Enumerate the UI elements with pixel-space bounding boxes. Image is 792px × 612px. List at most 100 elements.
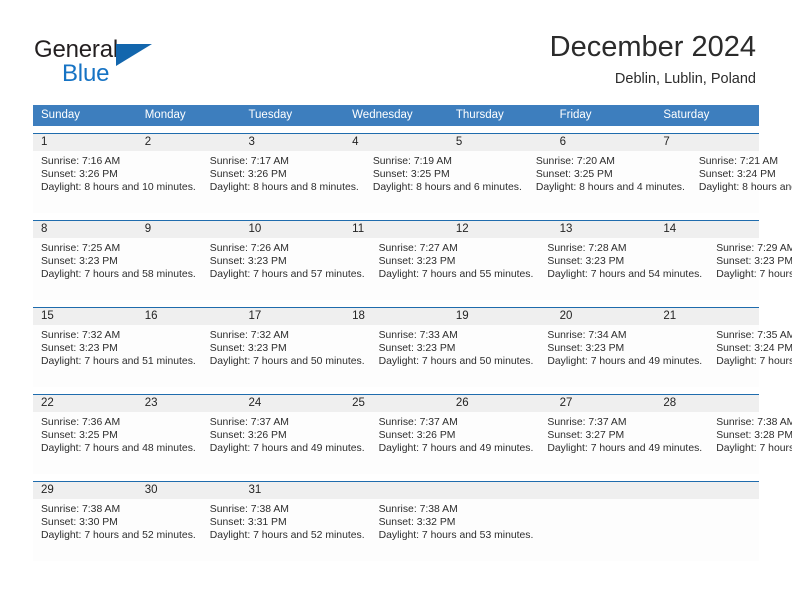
day-cell[interactable]: Sunrise: 7:20 AM Sunset: 3:25 PM Dayligh…: [528, 151, 691, 213]
weekday-header-saturday: Saturday: [663, 109, 710, 121]
sunrise-text: Sunrise: 7:33 AM: [378, 330, 458, 341]
day-number-empty: [448, 482, 552, 499]
sunset-text: Sunset: 3:23 PM: [547, 343, 625, 355]
day-number: 1: [41, 136, 48, 148]
day-cell[interactable]: Sunrise: 7:29 AM Sunset: 3:23 PM Dayligh…: [708, 238, 792, 300]
day-cell[interactable]: Sunrise: 7:26 AM Sunset: 3:23 PM Dayligh…: [202, 238, 371, 300]
day-cell[interactable]: Sunrise: 7:35 AM Sunset: 3:24 PM Dayligh…: [708, 325, 792, 387]
daylight-text: Daylight: 7 hours and 52 minutes.: [41, 530, 196, 542]
sunset-text: Sunset: 3:23 PM: [547, 256, 625, 268]
calendar-page: General Blue December 2024 Deblin, Lubli…: [0, 0, 792, 612]
day-number: 19: [455, 310, 469, 322]
day-cell[interactable]: Sunrise: 7:28 AM Sunset: 3:23 PM Dayligh…: [539, 238, 708, 300]
sunrise-text: Sunrise: 7:27 AM: [378, 243, 458, 254]
logo-triangle-icon: [116, 44, 152, 66]
weekday-header-monday: Monday: [144, 109, 186, 121]
sunrise-text: Sunrise: 7:17 AM: [209, 156, 289, 167]
day-cell[interactable]: Sunrise: 7:34 AM Sunset: 3:23 PM Dayligh…: [539, 325, 708, 387]
week-detail-row: Sunrise: 7:38 AM Sunset: 3:30 PM Dayligh…: [33, 499, 759, 561]
daylight-text: Daylight: 7 hours and 50 minutes.: [716, 443, 792, 455]
daylight-text: Daylight: 7 hours and 49 minutes.: [716, 356, 792, 368]
weekday-header-wednesday: Wednesday: [352, 109, 413, 121]
day-number: 25: [352, 397, 365, 409]
sunrise-text: Sunrise: 7:20 AM: [535, 156, 615, 167]
day-cell[interactable]: Sunrise: 7:25 AM Sunset: 3:23 PM Dayligh…: [33, 238, 202, 300]
day-number: 11: [352, 223, 365, 235]
sunset-text: Sunset: 3:23 PM: [209, 343, 287, 355]
sunset-text: Sunset: 3:23 PM: [41, 343, 118, 355]
day-cell[interactable]: Sunrise: 7:33 AM Sunset: 3:23 PM Dayligh…: [371, 325, 540, 387]
day-number: 17: [248, 310, 262, 322]
day-number: 3: [248, 136, 255, 148]
day-number: 30: [144, 484, 158, 496]
weekday-header-row: Sunday Monday Tuesday Wednesday Thursday…: [33, 105, 759, 126]
day-cell[interactable]: Sunrise: 7:21 AM Sunset: 3:24 PM Dayligh…: [691, 151, 792, 213]
day-number: 16: [144, 310, 158, 322]
day-number: 6: [559, 136, 566, 148]
sunrise-text: Sunrise: 7:37 AM: [378, 417, 458, 428]
day-cell-empty: [649, 499, 704, 561]
day-number: 22: [41, 397, 54, 409]
generalblue-logo[interactable]: General Blue: [34, 36, 224, 92]
sunset-text: Sunset: 3:27 PM: [547, 430, 625, 442]
daylight-text: Daylight: 8 hours and 10 minutes.: [41, 182, 196, 194]
day-cell[interactable]: Sunrise: 7:37 AM Sunset: 3:26 PM Dayligh…: [202, 412, 371, 474]
day-cell[interactable]: Sunrise: 7:32 AM Sunset: 3:23 PM Dayligh…: [202, 325, 371, 387]
sunset-text: Sunset: 3:24 PM: [716, 343, 792, 355]
daylight-text: Daylight: 7 hours and 49 minutes.: [547, 356, 703, 368]
day-cell[interactable]: Sunrise: 7:38 AM Sunset: 3:31 PM Dayligh…: [202, 499, 371, 561]
day-cell[interactable]: Sunrise: 7:36 AM Sunset: 3:25 PM Dayligh…: [33, 412, 202, 474]
sunset-text: Sunset: 3:23 PM: [716, 256, 792, 268]
week-daynumber-band: 29 30 31: [33, 482, 759, 499]
sunrise-text: Sunrise: 7:37 AM: [547, 417, 627, 428]
day-number-empty: [344, 482, 448, 499]
daylight-text: Daylight: 7 hours and 52 minutes.: [209, 530, 365, 542]
calendar-week-row: 22 23 24 25 26 27 28 Sunrise: 7:36 AM Su…: [33, 394, 792, 474]
sunset-text: Sunset: 3:30 PM: [41, 517, 118, 529]
sunset-text: Sunset: 3:26 PM: [209, 169, 287, 181]
day-number: 18: [352, 310, 365, 322]
sunrise-text: Sunrise: 7:16 AM: [41, 156, 121, 167]
day-cell[interactable]: Sunrise: 7:17 AM Sunset: 3:26 PM Dayligh…: [202, 151, 365, 213]
day-cell[interactable]: Sunrise: 7:38 AM Sunset: 3:32 PM Dayligh…: [371, 499, 540, 561]
day-cell[interactable]: Sunrise: 7:38 AM Sunset: 3:28 PM Dayligh…: [708, 412, 792, 474]
sunrise-text: Sunrise: 7:29 AM: [716, 243, 792, 254]
daylight-text: Daylight: 7 hours and 54 minutes.: [547, 269, 703, 281]
week-detail-row: Sunrise: 7:16 AM Sunset: 3:26 PM Dayligh…: [33, 151, 792, 213]
sunrise-text: Sunrise: 7:36 AM: [41, 417, 121, 428]
sunset-text: Sunset: 3:23 PM: [378, 343, 456, 355]
sunset-text: Sunset: 3:25 PM: [372, 169, 450, 181]
day-number: 15: [41, 310, 54, 322]
title-block: December 2024 Deblin, Lublin, Poland: [550, 30, 756, 90]
page-title: December 2024: [549, 31, 756, 63]
daylight-text: Daylight: 7 hours and 53 minutes.: [378, 530, 534, 542]
sunrise-text: Sunrise: 7:38 AM: [41, 504, 121, 515]
sunset-text: Sunset: 3:23 PM: [41, 256, 118, 268]
day-cell[interactable]: Sunrise: 7:38 AM Sunset: 3:30 PM Dayligh…: [33, 499, 202, 561]
week-detail-row: Sunrise: 7:25 AM Sunset: 3:23 PM Dayligh…: [33, 238, 792, 300]
page-header: General Blue December 2024 Deblin, Lubli…: [0, 0, 792, 100]
sunset-text: Sunset: 3:25 PM: [535, 169, 613, 181]
week-daynumber-band: 8 9 10 11 12 13 14: [33, 221, 759, 238]
week-detail-row: Sunrise: 7:36 AM Sunset: 3:25 PM Dayligh…: [33, 412, 792, 474]
day-number: 24: [248, 397, 262, 409]
day-cell[interactable]: Sunrise: 7:19 AM Sunset: 3:25 PM Dayligh…: [365, 151, 528, 213]
day-number: 8: [41, 223, 48, 235]
sunset-text: Sunset: 3:32 PM: [378, 517, 456, 529]
day-cell[interactable]: Sunrise: 7:32 AM Sunset: 3:23 PM Dayligh…: [33, 325, 202, 387]
day-number: 10: [248, 223, 262, 235]
day-cell[interactable]: Sunrise: 7:16 AM Sunset: 3:26 PM Dayligh…: [33, 151, 202, 213]
day-number-empty: [552, 482, 656, 499]
day-cell[interactable]: Sunrise: 7:27 AM Sunset: 3:23 PM Dayligh…: [371, 238, 540, 300]
week-daynumber-band: 22 23 24 25 26 27 28: [33, 395, 759, 412]
daylight-text: Daylight: 7 hours and 49 minutes.: [378, 443, 534, 455]
day-cell[interactable]: Sunrise: 7:37 AM Sunset: 3:26 PM Dayligh…: [371, 412, 540, 474]
sunset-text: Sunset: 3:31 PM: [209, 517, 287, 529]
day-cell[interactable]: Sunrise: 7:37 AM Sunset: 3:27 PM Dayligh…: [539, 412, 708, 474]
sunset-text: Sunset: 3:26 PM: [41, 169, 118, 181]
day-number: 20: [559, 310, 573, 322]
daylight-text: Daylight: 7 hours and 50 minutes.: [209, 356, 365, 368]
sunrise-text: Sunrise: 7:38 AM: [209, 504, 289, 515]
day-number: 21: [663, 310, 677, 322]
day-number: 5: [455, 136, 463, 148]
